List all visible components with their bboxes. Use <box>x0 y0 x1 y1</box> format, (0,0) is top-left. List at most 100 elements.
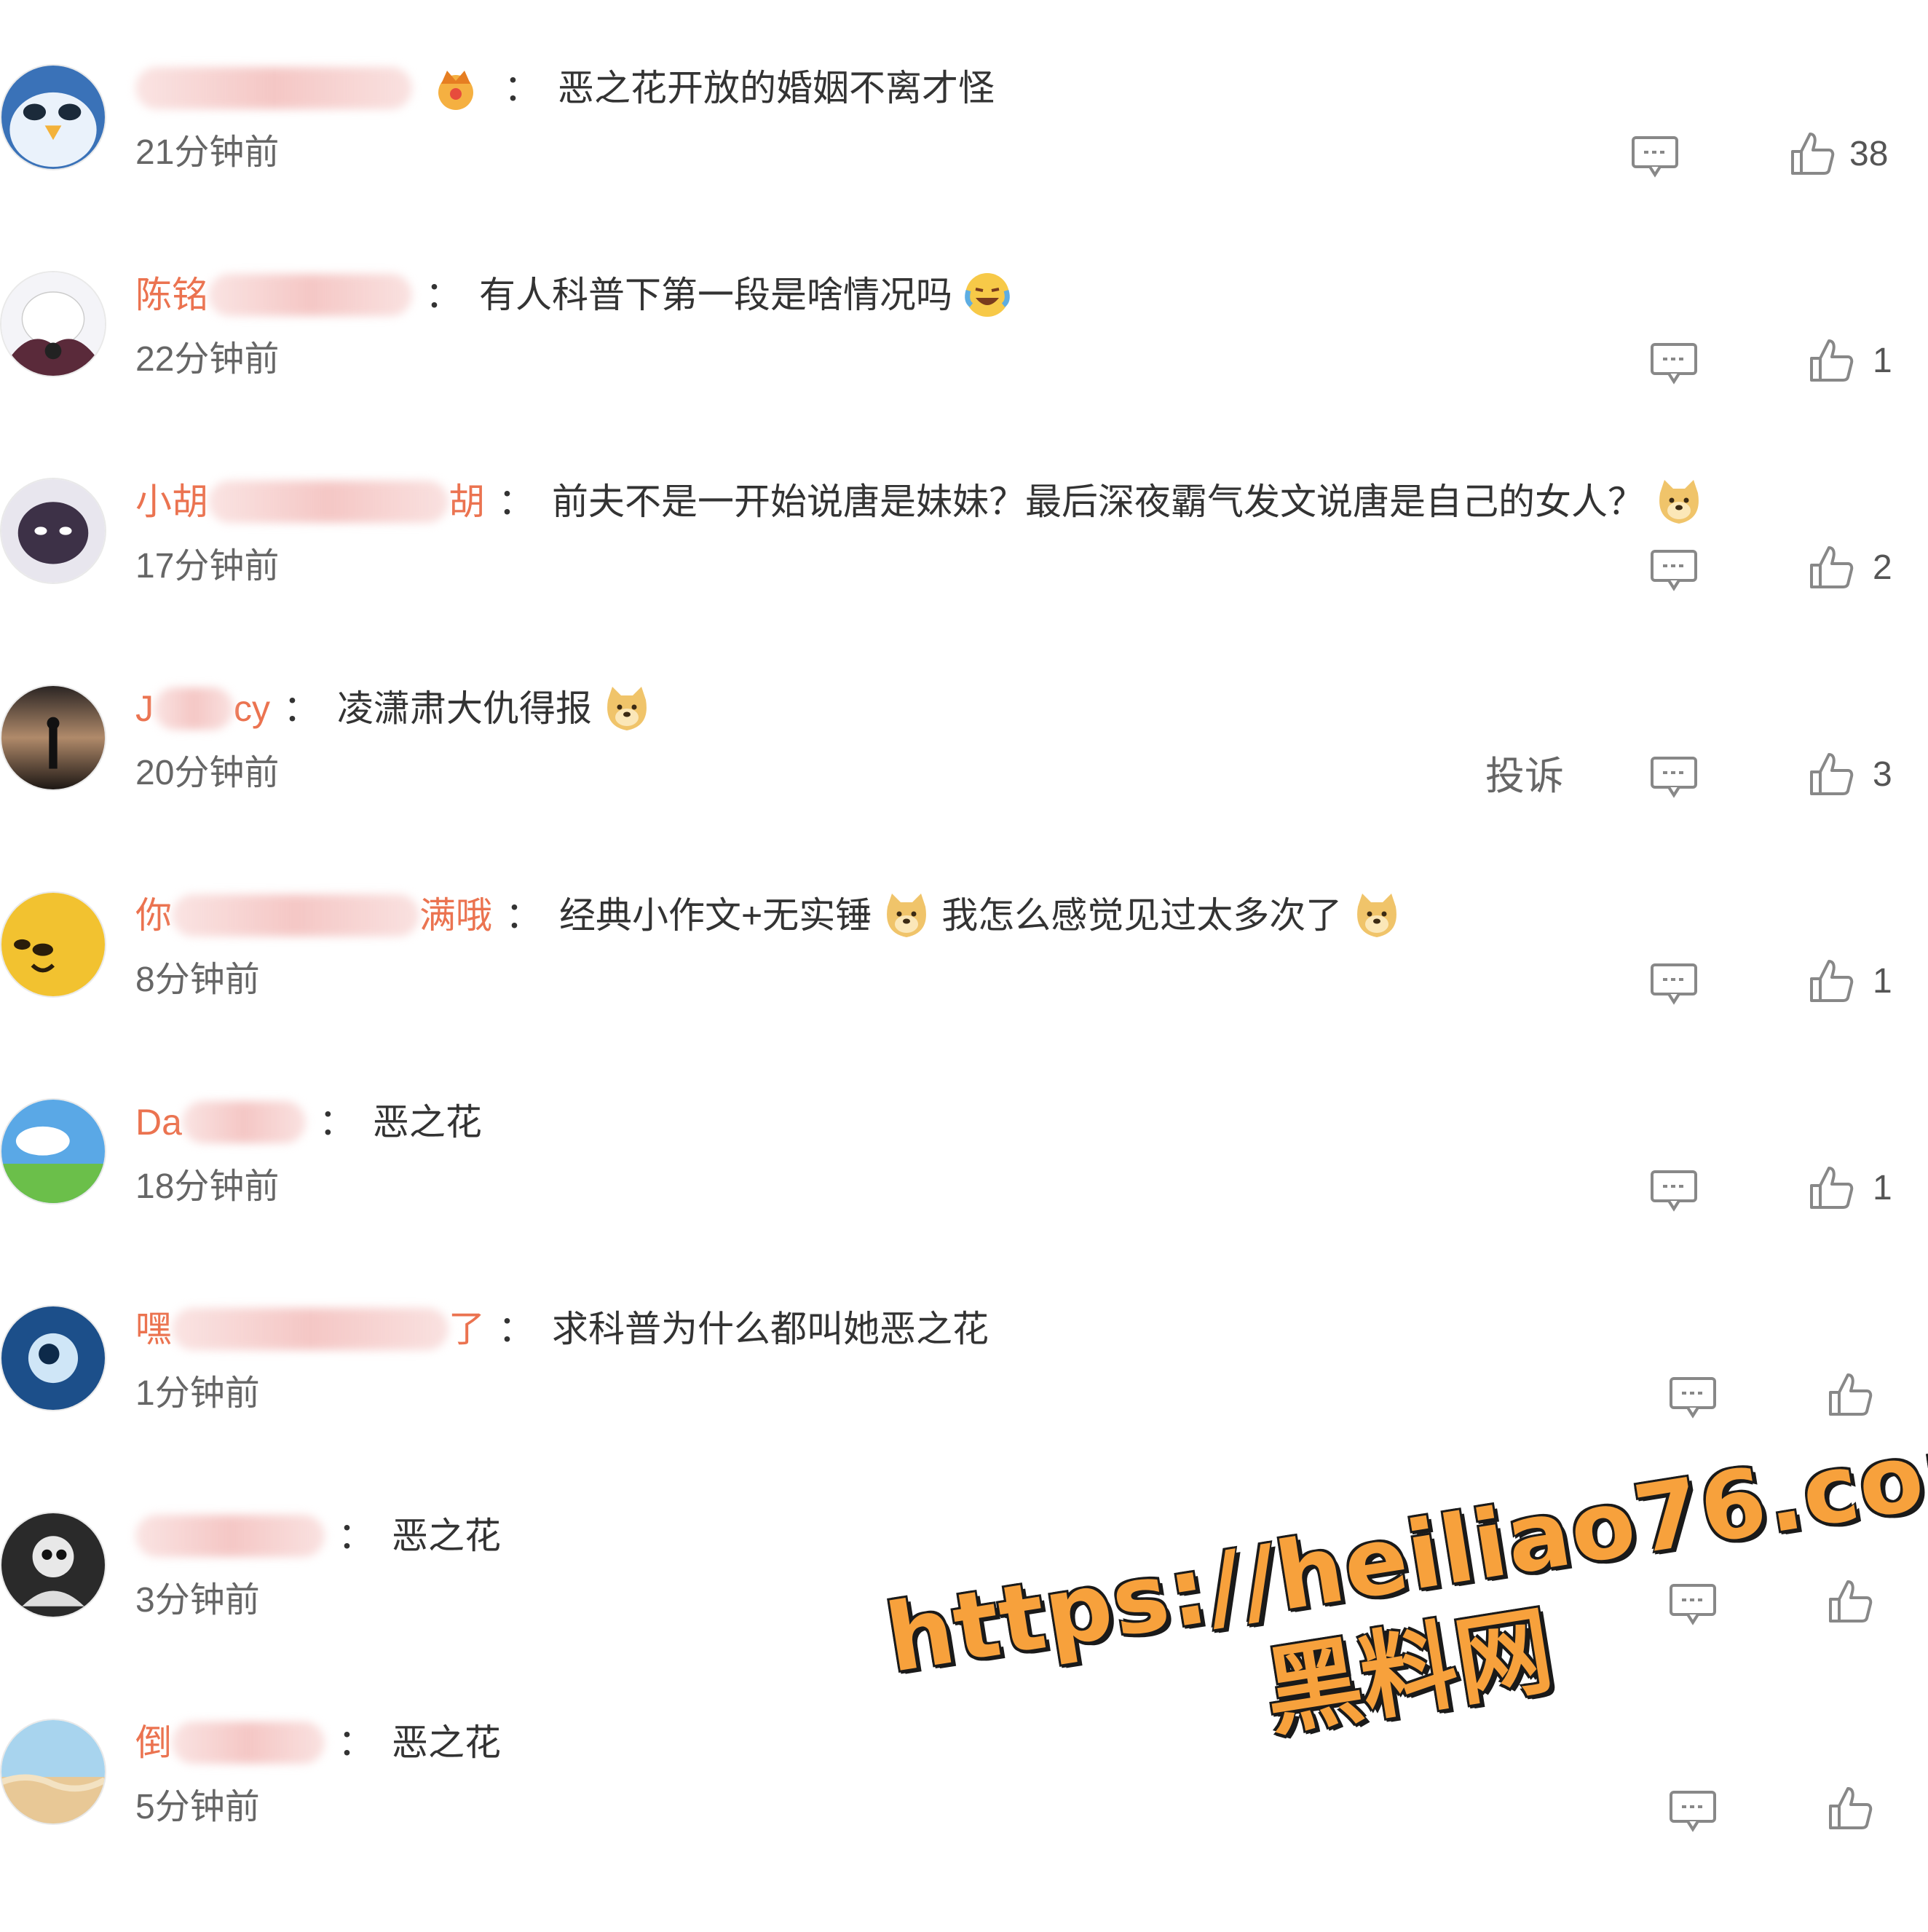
username[interactable] <box>135 1515 325 1557</box>
avatar[interactable] <box>0 891 106 998</box>
colon: ： <box>425 275 462 315</box>
comment-text: 有人科普下第一段是啥情况吗 <box>479 275 952 315</box>
comment-item: ： 恶之花开放的婚姻不离才怪 21分钟前 38 <box>0 0 1928 207</box>
thumbs-up-icon[interactable] <box>1790 130 1835 176</box>
timestamp: 5分钟前 <box>135 1788 260 1826</box>
username[interactable]: 你 满哦 <box>135 890 492 941</box>
colon: ： <box>505 895 542 936</box>
avatar[interactable] <box>0 1512 106 1618</box>
comment-text: 求科普为什么都叫她恶之花 <box>552 1309 989 1349</box>
username-text: J <box>135 688 154 729</box>
colon: ： <box>498 1309 534 1349</box>
comment-item: 陈铭 ： 有人科普下第一段是啥情况吗 22分钟前 1 <box>0 207 1928 414</box>
comment-text: 恶之花 <box>392 1722 501 1763</box>
colon: ： <box>338 1515 374 1556</box>
laugh-cry-emoji-icon <box>961 269 1014 321</box>
reply-icon[interactable] <box>1650 549 1698 591</box>
comment-text-continued: 我怎么感觉见过太多次了 <box>941 895 1343 936</box>
reply-icon[interactable] <box>1650 342 1698 385</box>
avatar[interactable] <box>0 1305 106 1411</box>
comment-text: 恶之花 <box>392 1515 501 1556</box>
doge-emoji-icon <box>880 889 933 942</box>
thumbs-up-icon[interactable] <box>1828 1784 1873 1831</box>
report-button[interactable]: 投诉 <box>1485 753 1564 800</box>
blurred-username <box>135 67 412 109</box>
like-count: 1 <box>1873 962 1892 1001</box>
avatar[interactable] <box>0 271 106 377</box>
comment-text: 恶之花 <box>372 1102 482 1143</box>
username-text: 你 <box>135 895 172 936</box>
blurred-username <box>172 1308 449 1350</box>
timestamp: 17分钟前 <box>135 547 280 585</box>
timestamp: 3分钟前 <box>135 1581 260 1620</box>
crown-emoji-icon <box>430 62 482 114</box>
like-count: 2 <box>1873 548 1892 587</box>
username[interactable] <box>135 67 412 109</box>
username-text: 陈铭 <box>135 275 208 315</box>
avatar[interactable] <box>0 1719 106 1825</box>
username[interactable]: Da <box>135 1097 306 1148</box>
like-count: 3 <box>1873 755 1892 794</box>
username-suffix: cy <box>234 688 270 729</box>
blurred-username <box>172 1722 325 1764</box>
username[interactable]: J cy <box>135 683 270 734</box>
blurred-username <box>181 1101 306 1143</box>
blurred-username <box>208 481 449 523</box>
reply-icon[interactable] <box>1650 963 1698 1005</box>
blurred-username <box>208 274 412 316</box>
avatar[interactable] <box>0 64 106 170</box>
comment-item: 嘿 了 ： 求科普为什么都叫她恶之花 1分钟前 <box>0 1241 1928 1448</box>
thumbs-up-icon[interactable] <box>1809 750 1854 797</box>
username-suffix: 满哦 <box>419 895 492 936</box>
comment-item: 你 满哦 ： 经典小作文+无实锤 我怎么感觉见过太多次了 8分钟前 1 <box>0 827 1928 1034</box>
timestamp: 18分钟前 <box>135 1167 280 1206</box>
doge-emoji-icon <box>1653 476 1705 528</box>
avatar[interactable] <box>0 685 106 791</box>
like-count: 1 <box>1873 1169 1892 1207</box>
thumbs-up-icon[interactable] <box>1809 543 1854 590</box>
username[interactable]: 小胡 胡 <box>135 476 485 527</box>
thumbs-up-icon[interactable] <box>1809 1164 1854 1210</box>
username[interactable]: 倒 <box>135 1717 325 1768</box>
comment-text: 经典小作文+无实锤 <box>559 895 872 936</box>
timestamp: 22分钟前 <box>135 340 280 379</box>
timestamp: 8分钟前 <box>135 961 260 999</box>
comment-text: 前夫不是一开始说唐是妹妹？最后深夜霸气发文说唐是自己的女人？ <box>552 481 1644 522</box>
colon: ： <box>498 481 534 522</box>
username-text: 倒 <box>135 1722 172 1763</box>
colon: ： <box>338 1722 374 1763</box>
comment-item: 小胡 胡 ： 前夫不是一开始说唐是妹妹？最后深夜霸气发文说唐是自己的女人？ 17… <box>0 414 1928 620</box>
comment-item: Da ： 恶之花 18分钟前 1 <box>0 1034 1928 1241</box>
colon: ： <box>283 688 320 729</box>
blurred-username <box>172 894 419 937</box>
comment-text: 凌潇肃大仇得报 <box>337 688 592 729</box>
comment-text: 恶之花开放的婚姻不离才怪 <box>558 68 995 109</box>
username-text: 嘿 <box>135 1309 172 1349</box>
blurred-username <box>154 687 234 730</box>
reply-icon[interactable] <box>1650 756 1698 798</box>
reply-icon[interactable] <box>1650 1170 1698 1212</box>
comment-item: J cy ： 凌潇肃大仇得报 20分钟前 投诉 3 <box>0 620 1928 827</box>
blurred-username <box>135 1515 325 1557</box>
username[interactable]: 嘿 了 <box>135 1304 485 1355</box>
thumbs-up-icon[interactable] <box>1809 336 1854 383</box>
colon: ： <box>318 1102 355 1143</box>
username-text: 小胡 <box>135 481 208 522</box>
reply-icon[interactable] <box>1669 1376 1717 1419</box>
username-suffix: 了 <box>449 1309 485 1349</box>
like-count: 38 <box>1849 135 1889 173</box>
avatar[interactable] <box>0 1098 106 1204</box>
thumbs-up-icon[interactable] <box>1809 957 1854 1004</box>
thumbs-up-icon[interactable] <box>1828 1371 1873 1417</box>
doge-emoji-icon <box>601 682 653 735</box>
timestamp: 20分钟前 <box>135 754 280 792</box>
username-suffix: 胡 <box>449 481 485 522</box>
reply-icon[interactable] <box>1631 135 1679 178</box>
username-text: Da <box>135 1102 182 1143</box>
doge-emoji-icon <box>1351 889 1403 942</box>
avatar[interactable] <box>0 478 106 584</box>
username[interactable]: 陈铭 <box>135 269 412 320</box>
timestamp: 1分钟前 <box>135 1374 260 1413</box>
like-count: 1 <box>1873 342 1892 380</box>
colon: ： <box>504 68 540 109</box>
